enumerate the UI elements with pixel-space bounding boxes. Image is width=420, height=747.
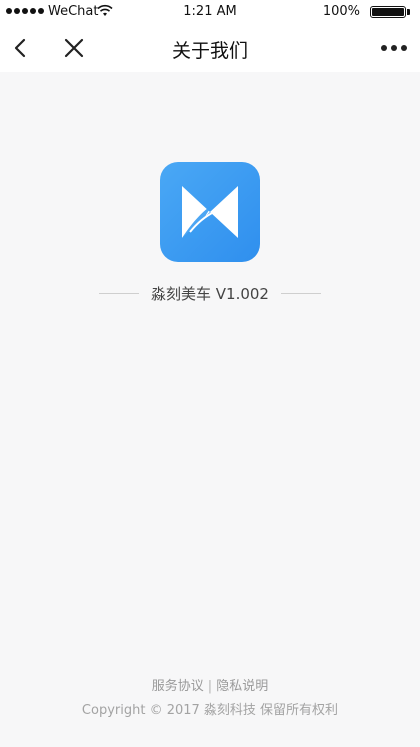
nav-bar: 关于我们 — [0, 24, 420, 72]
battery-icon — [370, 6, 406, 18]
privacy-policy-link[interactable]: 隐私说明 — [216, 679, 268, 694]
divider-right — [280, 292, 321, 294]
version-row: 淼刻美车 V1.002 — [0, 283, 420, 303]
page-title: 关于我们 — [171, 40, 248, 62]
divider-left — [99, 292, 139, 294]
footer-links: 服务协议 | 隐私说明 — [0, 675, 420, 694]
service-agreement-link[interactable]: 服务协议 — [152, 679, 204, 694]
battery-percent: 100% — [322, 4, 360, 19]
app-version: 淼刻美车 V1.002 — [151, 284, 269, 303]
battery-tip — [407, 9, 410, 15]
about-screen: WeChat 1:21 AM 100% 关于我们 淼刻美车 V1.002 服务协… — [0, 0, 420, 747]
copyright-text: Copyright © 2017 淼刻科技 保留所有权利 — [81, 703, 339, 718]
status-bar: WeChat 1:21 AM 100% — [0, 0, 420, 24]
more-icon[interactable] — [378, 34, 410, 62]
footer-separator: | — [207, 679, 213, 694]
app-logo-icon — [160, 162, 260, 262]
